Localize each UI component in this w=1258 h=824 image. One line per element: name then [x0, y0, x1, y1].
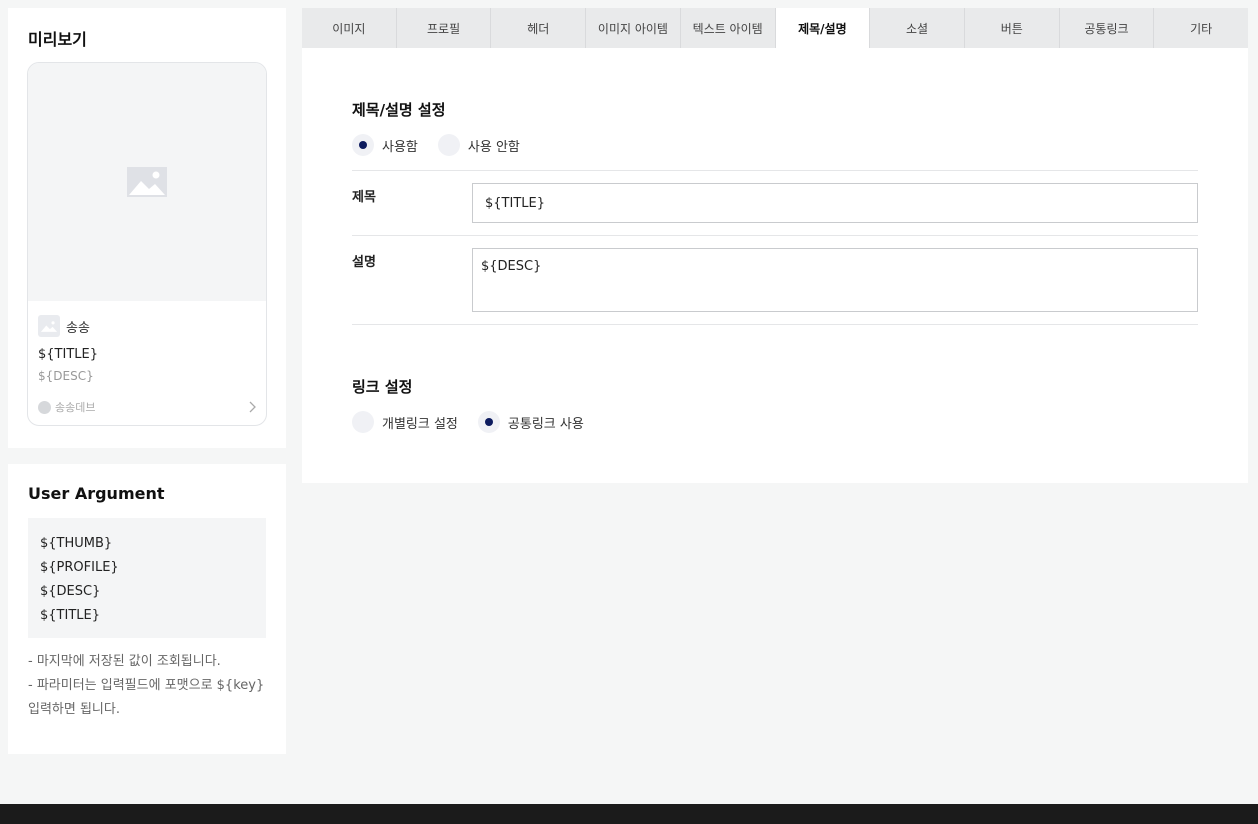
card-footer: 송송데브	[38, 399, 256, 415]
note-line: - 파라미터는 입력필드에 포맷으로 ${key}	[28, 678, 265, 693]
tab-image[interactable]: 이미지	[302, 8, 397, 48]
radio-unchecked-icon	[352, 411, 374, 433]
tab-title-description[interactable]: 제목/설명	[775, 8, 871, 48]
description-textarea[interactable]: ${DESC}	[472, 248, 1198, 312]
chevron-right-icon	[249, 401, 256, 413]
user-argument-title: User Argument	[28, 484, 165, 503]
profile-avatar-icon	[38, 315, 60, 337]
tab-text-item[interactable]: 텍스트 아이템	[681, 8, 776, 48]
divider	[352, 170, 1198, 171]
tab-etc[interactable]: 기타	[1154, 8, 1248, 48]
radio-use[interactable]: 사용함	[352, 134, 418, 156]
radio-label: 사용 안함	[467, 139, 520, 155]
argument-item: ${THUMB}	[40, 536, 113, 551]
image-placeholder-icon	[127, 167, 167, 197]
card-description: ${DESC}	[38, 369, 94, 383]
footer-bar	[0, 804, 1258, 824]
radio-individual-link[interactable]: 개별링크 설정	[352, 411, 458, 433]
argument-list: ${THUMB} ${PROFILE} ${DESC} ${TITLE}	[28, 518, 266, 638]
preview-panel: 미리보기 송송 ${TITLE} ${DESC} 송송데브	[8, 8, 286, 448]
card-title: ${TITLE}	[38, 347, 98, 362]
thumbnail-placeholder	[28, 63, 266, 301]
channel-logo-icon	[38, 400, 51, 414]
radio-label: 개별링크 설정	[382, 416, 458, 432]
note-line: 입력하면 됩니다.	[28, 702, 120, 717]
channel-name: 송송데브	[55, 401, 96, 414]
tab-header[interactable]: 헤더	[491, 8, 587, 48]
user-argument-panel: User Argument ${THUMB} ${PROFILE} ${DESC…	[8, 464, 286, 754]
radio-not-use[interactable]: 사용 안함	[437, 134, 520, 156]
settings-tabs: 이미지 프로필 헤더 이미지 아이템 텍스트 아이템 제목/설명 소셜 버튼 공…	[302, 8, 1248, 48]
profile-name: 송송	[66, 320, 90, 336]
radio-label: 사용함	[382, 139, 418, 155]
tab-common-link[interactable]: 공통링크	[1060, 8, 1155, 48]
tab-image-item[interactable]: 이미지 아이템	[586, 8, 681, 48]
description-field-label: 설명	[352, 255, 376, 270]
radio-label: 공통링크 사용	[507, 416, 584, 432]
argument-notes: - 마지막에 저장된 값이 조회됩니다. - 파라미터는 입력필드에 포맷으로 …	[28, 650, 273, 722]
settings-content: 제목/설명 설정 사용함 사용 안함 제목 설명 ${DESC} 링크 설정 개…	[302, 48, 1248, 483]
title-description-section-title: 제목/설명 설정	[352, 101, 446, 119]
argument-item: ${PROFILE}	[40, 560, 119, 575]
tab-button[interactable]: 버튼	[965, 8, 1060, 48]
tab-profile[interactable]: 프로필	[397, 8, 492, 48]
tab-social[interactable]: 소셜	[870, 8, 965, 48]
radio-unchecked-icon	[437, 134, 460, 156]
argument-item: ${TITLE}	[40, 608, 100, 623]
profile-row: 송송	[38, 315, 90, 337]
divider	[352, 235, 1198, 236]
title-input[interactable]	[472, 183, 1198, 223]
preview-message-card: 송송 ${TITLE} ${DESC} 송송데브	[27, 62, 267, 426]
radio-common-link[interactable]: 공통링크 사용	[477, 411, 584, 433]
radio-checked-icon	[352, 134, 374, 156]
link-section-title: 링크 설정	[352, 378, 413, 396]
link-type-radio-group: 개별링크 설정 공통링크 사용	[352, 411, 584, 433]
note-line: - 마지막에 저장된 값이 조회됩니다.	[28, 654, 221, 669]
title-field-label: 제목	[352, 190, 376, 205]
preview-title: 미리보기	[28, 30, 87, 49]
divider	[352, 324, 1198, 325]
argument-item: ${DESC}	[40, 584, 101, 599]
radio-checked-icon	[477, 411, 500, 433]
title-description-use-radio-group: 사용함 사용 안함	[352, 134, 520, 156]
